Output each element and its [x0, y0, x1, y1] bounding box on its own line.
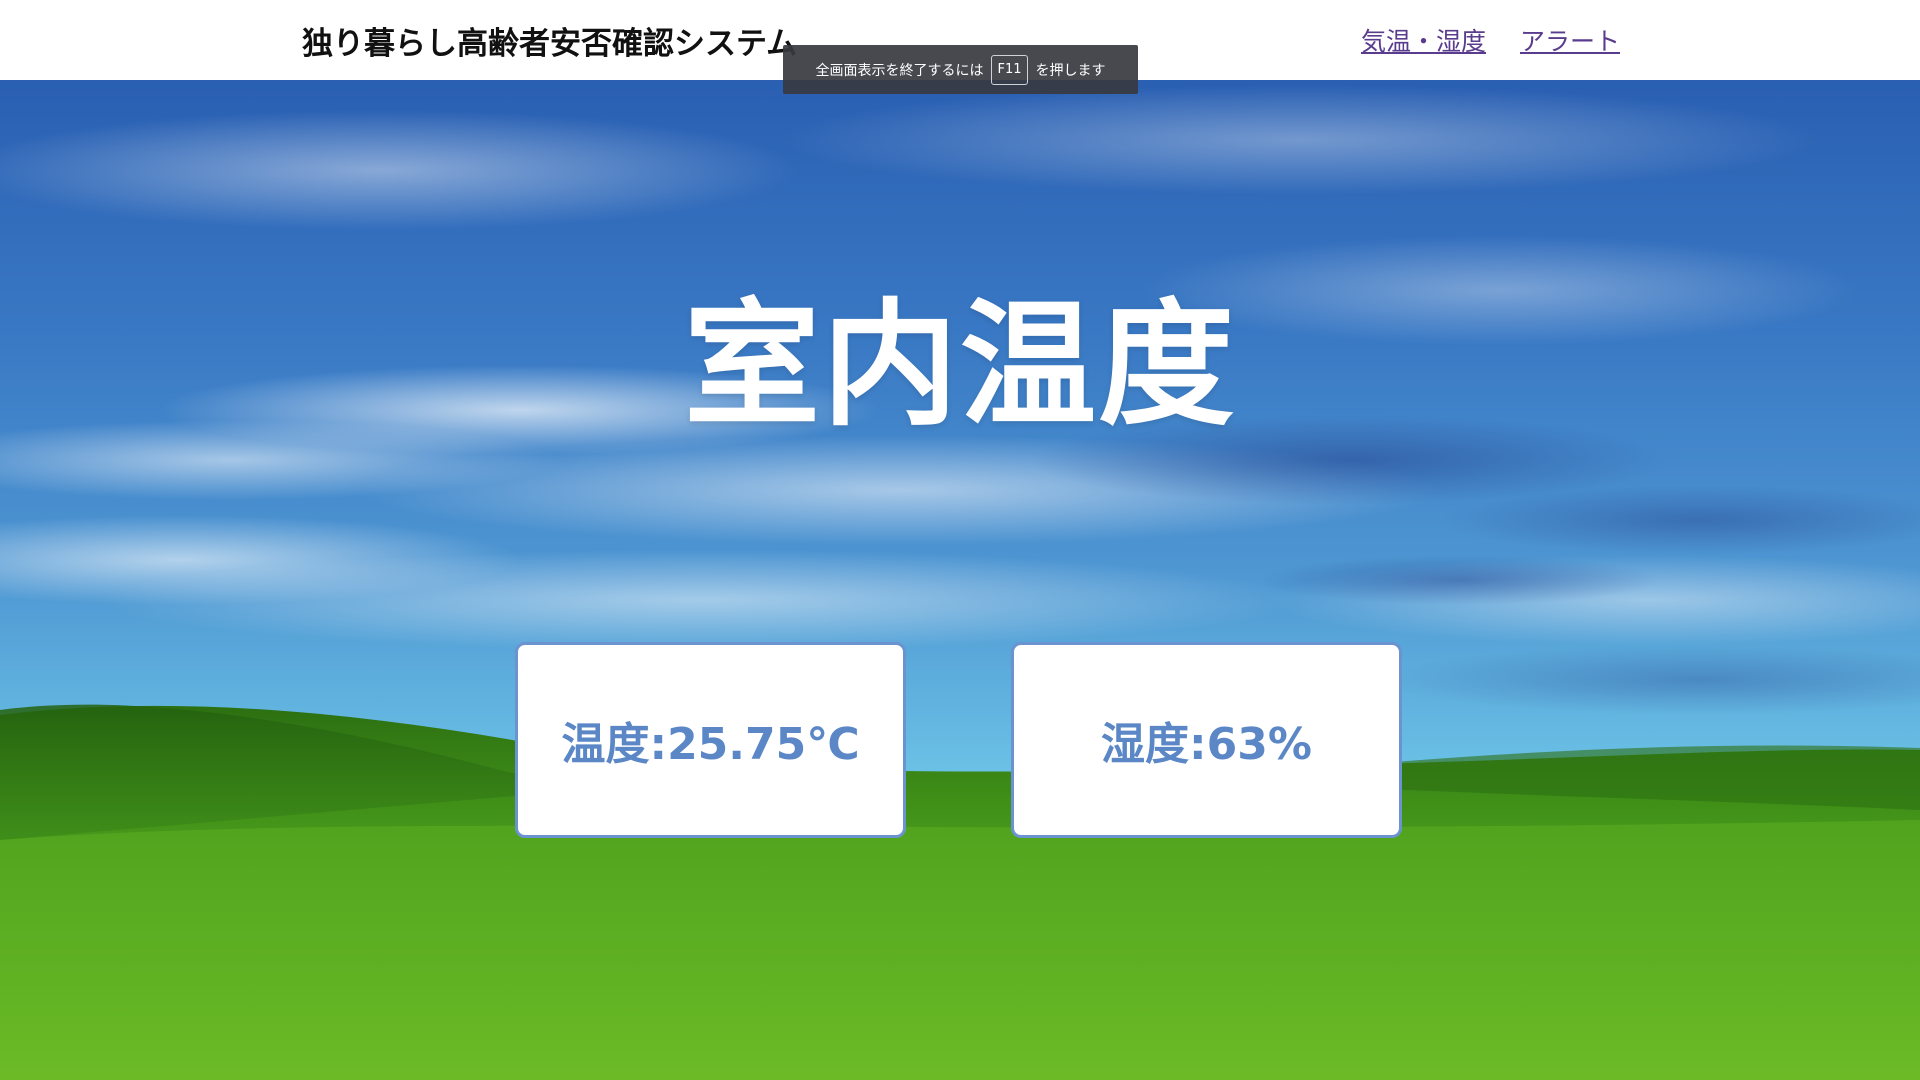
humidity-value: 湿度:63%	[1101, 719, 1312, 770]
page-heading: 室内温度	[684, 287, 1236, 445]
f11-key-badge: F11	[991, 54, 1028, 85]
nav-link-alert[interactable]: アラート	[1520, 22, 1620, 58]
fullscreen-notice-before: 全画面表示を終了するには	[815, 62, 984, 79]
nav-link-temperature-humidity[interactable]: 気温・湿度	[1361, 22, 1486, 58]
temperature-card: 温度:25.75℃	[515, 642, 906, 838]
site-title: 独り暮らし高齢者安否確認システム	[302, 26, 798, 62]
fullscreen-exit-notice: 全画面表示を終了するには F11 を押します	[783, 45, 1138, 94]
background-image	[0, 80, 1920, 1080]
fullscreen-notice-after: を押します	[1035, 62, 1106, 79]
temperature-value: 温度:25.75℃	[561, 719, 860, 770]
page: 独り暮らし高齢者安否確認システム 気温・湿度 アラート 全画面表示を終了するには…	[0, 0, 1920, 1080]
humidity-card: 湿度:63%	[1011, 642, 1402, 838]
